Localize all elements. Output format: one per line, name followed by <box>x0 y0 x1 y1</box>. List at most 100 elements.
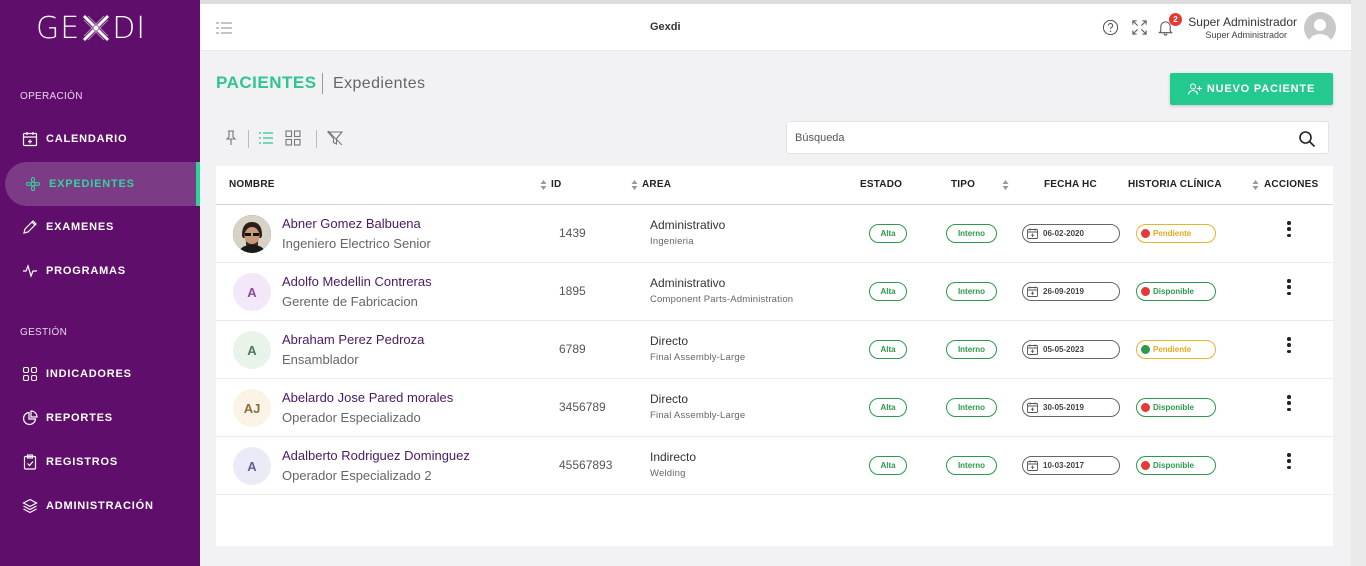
kebab-dot <box>1287 337 1291 341</box>
kebab-dot <box>1287 407 1291 411</box>
patient-job: Ingeniero Electrico Senior <box>282 236 431 251</box>
layers-icon <box>22 498 38 514</box>
historia-clinica-badge: Disponible <box>1136 398 1216 417</box>
fecha-hc-badge: 26-09-2019 <box>1022 282 1120 301</box>
column-header-historia-clinica[interactable]: HISTORIA CLÍNICA <box>1128 179 1222 190</box>
app-title: Gexdi <box>650 21 681 33</box>
column-header-area[interactable]: AREA <box>642 179 671 190</box>
column-header-estado[interactable]: ESTADO <box>860 179 902 190</box>
sort-icon[interactable] <box>540 179 547 191</box>
fecha-hc-value: 30-05-2019 <box>1043 403 1084 412</box>
fecha-hc-value: 06-02-2020 <box>1043 229 1084 238</box>
sidebar-item-indicadores[interactable]: INDICADORES <box>0 354 200 394</box>
historia-clinica-status: Pendiente <box>1153 229 1192 238</box>
pie-chart-icon <box>22 410 38 426</box>
patient-name[interactable]: Adolfo Medellin Contreras <box>282 274 432 289</box>
historia-clinica-status: Disponible <box>1153 403 1194 412</box>
sidebar-item-label: INDICADORES <box>46 368 132 380</box>
estado-badge: Alta <box>869 456 907 475</box>
new-patient-button[interactable]: NUEVO PACIENTE <box>1170 73 1333 105</box>
patient-area: Directo <box>650 334 689 348</box>
avatar: A <box>233 273 271 311</box>
sidebar-item-label: REPORTES <box>46 412 113 424</box>
table-row[interactable]: AJ Abelardo Jose Pared morales Operador … <box>216 379 1333 437</box>
kebab-dot <box>1287 395 1291 399</box>
sidebar-item-expedientes[interactable]: EXPEDIENTES <box>5 162 200 206</box>
fullscreen-icon[interactable] <box>1131 19 1148 36</box>
avatar: A <box>233 331 271 369</box>
pencil-icon <box>23 220 37 234</box>
sidebar-item-programas[interactable]: PROGRAMAS <box>0 251 200 291</box>
user-avatar[interactable] <box>1304 12 1336 44</box>
scrollbar[interactable] <box>1351 0 1366 566</box>
patient-id: 45567893 <box>559 458 613 472</box>
patient-id: 6789 <box>559 342 586 356</box>
row-actions-menu[interactable] <box>1283 336 1295 354</box>
column-header-nombre[interactable]: NOMBRE <box>229 179 275 190</box>
table-header: NOMBRE ID AREA ESTADO TIPO FECHA HC HIST… <box>216 166 1333 205</box>
clear-filter-icon[interactable] <box>326 129 344 147</box>
toolbar-divider <box>316 130 317 148</box>
sidebar-item-label: REGISTROS <box>46 456 118 468</box>
historia-clinica-status: Disponible <box>1153 461 1194 470</box>
patient-name[interactable]: Abner Gomez Balbuena <box>282 216 421 231</box>
calendar-icon <box>1027 228 1038 239</box>
row-actions-menu[interactable] <box>1283 452 1295 470</box>
table-row[interactable]: A Adolfo Medellin Contreras Gerente de F… <box>216 263 1333 321</box>
patient-id: 3456789 <box>559 400 606 414</box>
gexdi-logo[interactable]: GE DI <box>36 10 146 46</box>
pin-icon[interactable] <box>222 129 240 147</box>
user-name[interactable]: Super Administrador <box>1188 15 1297 29</box>
section-label-gestion: GESTIÓN <box>20 327 68 338</box>
column-header-tipo[interactable]: TIPO <box>951 179 975 190</box>
avatar: A <box>233 447 271 485</box>
row-actions-menu[interactable] <box>1283 220 1295 238</box>
row-actions-menu[interactable] <box>1283 278 1295 296</box>
search-icon[interactable] <box>1298 130 1316 148</box>
help-icon[interactable] <box>1102 19 1119 36</box>
row-actions-menu[interactable] <box>1283 394 1295 412</box>
status-dot <box>1141 287 1150 296</box>
fecha-hc-value: 10-03-2017 <box>1043 461 1084 470</box>
patient-area-detail: Ingenieria <box>650 236 694 247</box>
sidebar-item-label: CALENDARIO <box>46 133 128 145</box>
sort-icon[interactable] <box>1002 179 1009 191</box>
patient-job: Operador Especializado 2 <box>282 468 432 483</box>
calendar-icon <box>1027 402 1038 413</box>
estado-badge: Alta <box>869 340 907 359</box>
sidebar-item-label: EXPEDIENTES <box>49 178 135 190</box>
sidebar-item-registros[interactable]: REGISTROS <box>0 442 200 482</box>
table-row[interactable]: A Abraham Perez Pedroza Ensamblador 6789… <box>216 321 1333 379</box>
kebab-dot <box>1287 459 1291 463</box>
menu-toggle-icon[interactable] <box>216 21 232 35</box>
sidebar-item-label: PROGRAMAS <box>46 265 126 277</box>
estado-badge: Alta <box>869 398 907 417</box>
list-view-icon[interactable] <box>257 129 275 147</box>
search-input[interactable] <box>795 130 1275 146</box>
historia-clinica-status: Disponible <box>1153 287 1194 296</box>
patient-area: Administrativo <box>650 218 726 232</box>
table-row[interactable]: Abner Gomez Balbuena Ingeniero Electrico… <box>216 205 1333 263</box>
pulse-icon <box>23 264 37 278</box>
historia-clinica-badge: Pendiente <box>1136 340 1216 359</box>
patient-name[interactable]: Abelardo Jose Pared morales <box>282 390 453 405</box>
grid-view-icon[interactable] <box>284 129 302 147</box>
page-title: PACIENTES <box>216 73 317 92</box>
patient-name[interactable]: Abraham Perez Pedroza <box>282 332 424 347</box>
sidebar-item-administracion[interactable]: ADMINISTRACIÓN <box>0 486 200 526</box>
column-header-id[interactable]: ID <box>551 179 561 190</box>
sort-icon[interactable] <box>1252 179 1259 191</box>
patient-area: Directo <box>650 392 689 406</box>
sidebar-item-calendario[interactable]: CALENDARIO <box>0 119 200 159</box>
column-header-fecha-hc[interactable]: FECHA HC <box>1044 179 1097 190</box>
sort-icon[interactable] <box>631 179 638 191</box>
table-row[interactable]: A Adalberto Rodriguez Dominguez Operador… <box>216 437 1333 495</box>
patient-area: Indirecto <box>650 450 697 464</box>
kebab-dot <box>1287 291 1291 295</box>
sidebar-item-examenes[interactable]: EXAMENES <box>0 207 200 247</box>
patient-name[interactable]: Adalberto Rodriguez Dominguez <box>282 448 470 463</box>
tipo-badge: Interno <box>946 456 997 475</box>
patient-area-detail: Component Parts-Administration <box>650 294 794 305</box>
kebab-dot <box>1287 349 1291 353</box>
sidebar-item-reportes[interactable]: REPORTES <box>0 398 200 438</box>
